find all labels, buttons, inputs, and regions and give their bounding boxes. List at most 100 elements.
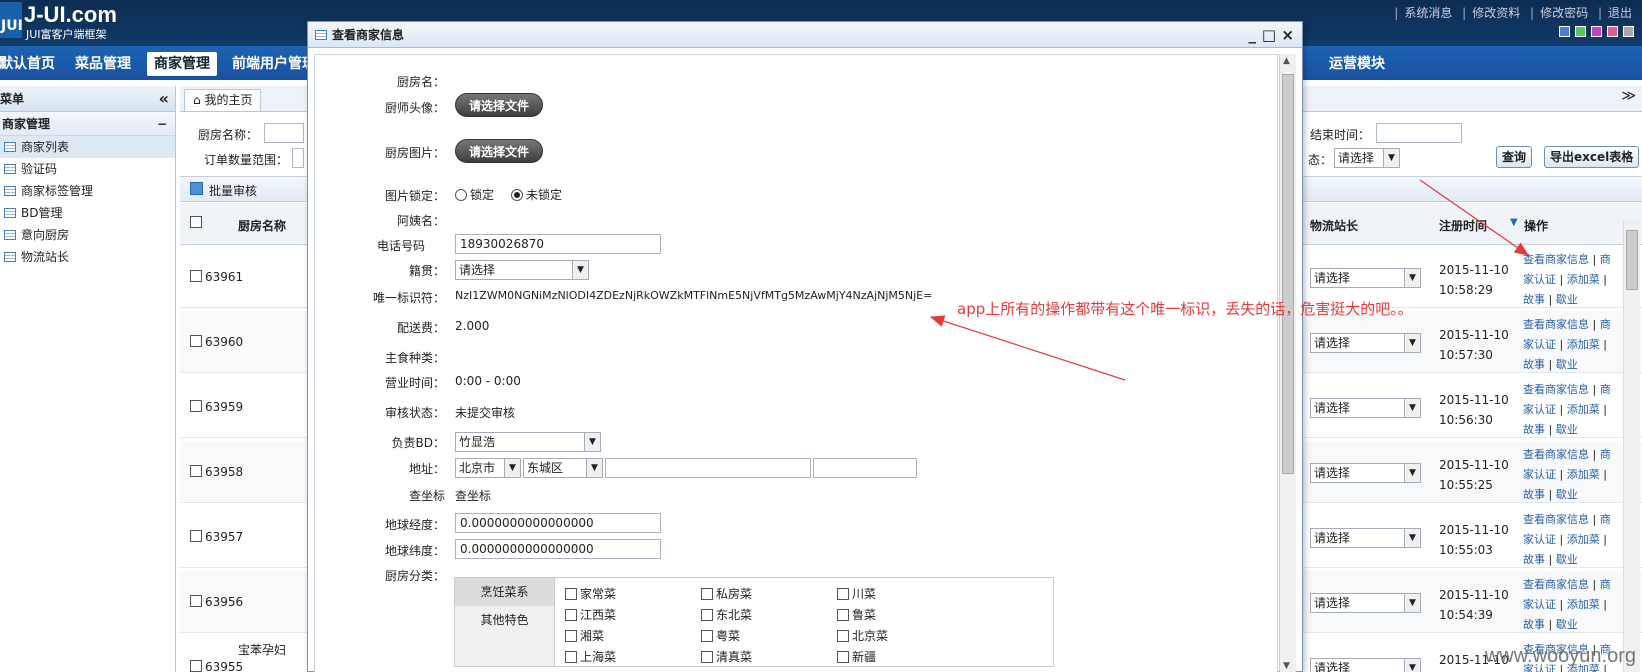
cuisine-checkbox[interactable]: 上海菜	[565, 648, 616, 665]
change-password-link[interactable]: 修改密码	[1540, 6, 1588, 20]
story-link[interactable]: 故事	[1523, 358, 1545, 371]
phone-field[interactable]: 18930026870	[455, 234, 661, 254]
merchant-cert-link[interactable]: 家认证	[1523, 273, 1556, 286]
merchant-cert-link[interactable]: 商	[1600, 383, 1611, 396]
kitchen-name-input[interactable]	[264, 123, 304, 143]
nav-operations[interactable]: 运营模块	[1322, 52, 1392, 76]
unlock-radio[interactable]: 未锁定	[511, 186, 562, 203]
sort-icon[interactable]: ▼	[1510, 217, 1518, 228]
tab-other-features[interactable]: 其他特色	[455, 606, 554, 634]
cuisine-checkbox[interactable]: 江西菜	[565, 606, 616, 623]
theme-pink[interactable]	[1607, 26, 1618, 37]
merchant-cert-link[interactable]: 商	[1600, 513, 1611, 526]
logistics-select[interactable]: 请选择 ▼	[1310, 658, 1421, 672]
nav-home[interactable]: 默认首页	[0, 52, 62, 76]
cuisine-checkbox[interactable]: 新疆	[837, 648, 876, 665]
story-link[interactable]: 故事	[1523, 488, 1545, 501]
scrollbar-thumb[interactable]	[1626, 230, 1638, 290]
theme-purple[interactable]	[1591, 26, 1602, 37]
close-icon[interactable]: ×	[1281, 22, 1294, 48]
view-merchant-link[interactable]: 查看商家信息	[1523, 253, 1589, 266]
dialog-scrollbar[interactable]: ▲ ▼	[1279, 54, 1296, 672]
story-link[interactable]: 故事	[1523, 293, 1545, 306]
suspend-link[interactable]: 歇业	[1556, 488, 1578, 501]
theme-blue[interactable]	[1559, 26, 1570, 37]
story-link[interactable]: 故事	[1523, 553, 1545, 566]
theme-green[interactable]	[1575, 26, 1586, 37]
cuisine-checkbox[interactable]: 家常菜	[565, 585, 616, 602]
merchant-cert-link[interactable]: 商	[1600, 318, 1611, 331]
latitude-field[interactable]: 0.0000000000000000	[455, 539, 661, 559]
story-link[interactable]: 故事	[1523, 618, 1545, 631]
suspend-link[interactable]: 歇业	[1556, 618, 1578, 631]
add-dish-link[interactable]: 添加菜	[1567, 403, 1600, 416]
sidebar-group[interactable]: 商家管理 −	[0, 112, 175, 136]
view-merchant-link[interactable]: 查看商家信息	[1523, 513, 1589, 526]
row-id[interactable]: 63957	[190, 530, 243, 544]
lock-radio[interactable]: 锁定	[455, 186, 494, 203]
edit-profile-link[interactable]: 修改资料	[1472, 6, 1520, 20]
view-merchant-link[interactable]: 查看商家信息	[1523, 578, 1589, 591]
find-coords-link[interactable]: 查坐标	[455, 487, 491, 504]
merchant-cert-link[interactable]: 商	[1600, 578, 1611, 591]
col-register-time[interactable]: 注册时间	[1439, 217, 1487, 234]
suspend-link[interactable]: 歇业	[1556, 423, 1578, 436]
end-time-input[interactable]	[1376, 123, 1462, 143]
logistics-select[interactable]: 请选择 ▼	[1310, 593, 1421, 613]
row-id[interactable]: 63960	[190, 335, 243, 349]
minimize-icon[interactable]: _	[1249, 22, 1257, 48]
dialog-scroll-thumb[interactable]	[1282, 74, 1294, 474]
col-kitchen-name[interactable]: 厨房名称	[238, 217, 286, 234]
collapse-icon[interactable]: «	[159, 86, 169, 112]
add-dish-link[interactable]: 添加菜	[1567, 533, 1600, 546]
add-dish-link[interactable]: 添加菜	[1567, 598, 1600, 611]
sidebar-item-merchant-list[interactable]: 商家列表	[0, 136, 175, 158]
street-input[interactable]	[605, 458, 811, 478]
district-select[interactable]: 东城区 ▼	[523, 458, 603, 478]
row-checkbox[interactable]	[190, 595, 202, 607]
col-logistics[interactable]: 物流站长	[1310, 217, 1358, 234]
longitude-field[interactable]: 0.0000000000000000	[455, 513, 661, 533]
logistics-select[interactable]: 请选择 ▼	[1310, 528, 1421, 548]
row-id[interactable]: 63958	[190, 465, 243, 479]
cuisine-checkbox[interactable]: 私房菜	[701, 585, 752, 602]
logout-link[interactable]: 退出	[1608, 6, 1632, 20]
view-merchant-link[interactable]: 查看商家信息	[1523, 318, 1589, 331]
scroll-up-icon[interactable]: ▲	[1283, 56, 1290, 66]
order-range-input[interactable]	[292, 148, 304, 168]
cuisine-checkbox[interactable]: 粤菜	[701, 627, 740, 644]
tab-home[interactable]: ⌂ 我的主页	[184, 89, 262, 111]
origin-select[interactable]: 请选择 ▼	[455, 260, 589, 280]
row-id[interactable]: 63959	[190, 400, 243, 414]
system-message-link[interactable]: 系统消息	[1404, 6, 1452, 20]
suspend-link[interactable]: 歇业	[1556, 553, 1578, 566]
tab-cuisine[interactable]: 烹饪菜系	[455, 578, 554, 606]
row-checkbox[interactable]	[190, 400, 202, 412]
chef-avatar-file-button[interactable]: 请选择文件	[455, 93, 543, 117]
cuisine-checkbox[interactable]: 东北菜	[701, 606, 752, 623]
row-checkbox[interactable]	[190, 270, 202, 282]
sidebar-item-bd[interactable]: BD管理	[0, 202, 175, 224]
sidebar-item-captcha[interactable]: 验证码	[0, 158, 175, 180]
kitchen-image-file-button[interactable]: 请选择文件	[455, 139, 543, 163]
cuisine-checkbox[interactable]: 川菜	[837, 585, 876, 602]
merchant-cert-link[interactable]: 家认证	[1523, 533, 1556, 546]
add-dish-link[interactable]: 添加菜	[1567, 273, 1600, 286]
cuisine-checkbox[interactable]: 北京菜	[837, 627, 888, 644]
add-dish-link[interactable]: 添加菜	[1567, 338, 1600, 351]
story-link[interactable]: 故事	[1523, 423, 1545, 436]
add-dish-link[interactable]: 添加菜	[1567, 468, 1600, 481]
city-select[interactable]: 北京市 ▼	[455, 458, 521, 478]
sidebar-item-tags[interactable]: 商家标签管理	[0, 180, 175, 202]
nav-merchants[interactable]: 商家管理	[147, 52, 217, 76]
address-detail-input[interactable]	[813, 458, 917, 478]
logistics-select[interactable]: 请选择 ▼	[1310, 268, 1421, 288]
row-id[interactable]: 63961	[190, 270, 243, 284]
row-checkbox[interactable]	[190, 465, 202, 477]
row-checkbox[interactable]	[190, 335, 202, 347]
logistics-select[interactable]: 请选择 ▼	[1310, 398, 1421, 418]
merchant-cert-link[interactable]: 家认证	[1523, 468, 1556, 481]
status-select[interactable]: 请选择 ▼	[1334, 148, 1400, 168]
scroll-down-icon[interactable]: ▼	[1283, 661, 1290, 671]
batch-audit-button[interactable]: 批量审核	[209, 182, 257, 199]
